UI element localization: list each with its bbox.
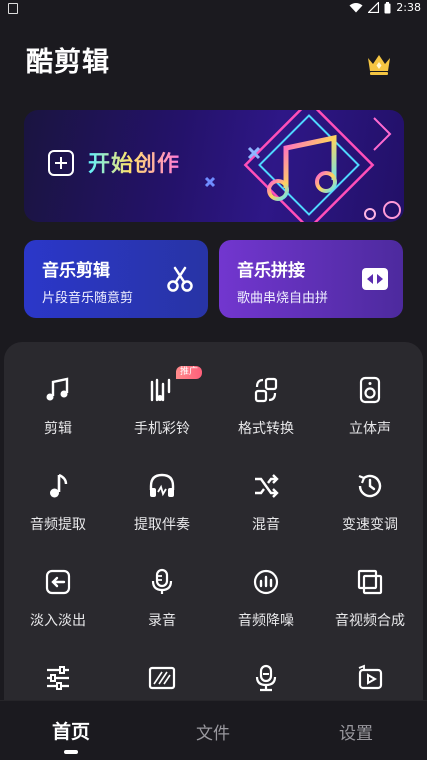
tool-item[interactable]: 立体声 — [318, 352, 422, 442]
tool-item[interactable]: 变速变调 — [318, 448, 422, 538]
tool-item[interactable]: 淡入淡出 — [6, 544, 110, 634]
bottom-tab-bar: 首页 文件 设置 — [0, 700, 427, 760]
clock: 2:38 — [396, 1, 421, 14]
tool-label: 剪辑 — [44, 421, 72, 437]
tool-label: 淡入淡出 — [30, 613, 86, 629]
tool-label: 格式转换 — [238, 421, 294, 437]
merge-icon — [362, 268, 388, 290]
ringtone-icon — [150, 378, 171, 402]
tool-label: 提取伴奏 — [134, 517, 190, 533]
equalizer-icon — [47, 666, 69, 690]
tool-item[interactable]: 提取伴奏 — [110, 448, 214, 538]
neon-music-decoration — [204, 110, 401, 222]
tool-label: 录音 — [148, 613, 176, 629]
microphone-icon — [151, 568, 173, 594]
wifi-icon — [349, 3, 363, 13]
music-clip-title: 音乐剪辑 — [42, 261, 110, 281]
music-merge-subtitle: 歌曲串烧自由拼 — [237, 291, 329, 306]
shuffle-icon — [255, 474, 279, 498]
tool-item[interactable]: 混音 — [214, 448, 318, 538]
promo-badge: 推广 — [176, 366, 203, 379]
app-title: 酷剪辑 — [26, 47, 110, 78]
app-header: 酷剪辑 — [26, 44, 401, 84]
tools-panel: 剪辑 手机彩铃 推广格式转换 立体声音频提取 提取伴奏 混音 变速变调淡入淡出 录音 音频降噪 音… — [4, 342, 423, 712]
start-creating-label: 开始创作 — [88, 146, 180, 178]
battery-icon — [384, 1, 391, 13]
speaker-icon — [359, 376, 381, 404]
tool-item[interactable]: 音频降噪 — [214, 544, 318, 634]
music-merge-title: 音乐拼接 — [237, 261, 305, 281]
tab-files[interactable]: 文件 — [173, 719, 253, 744]
headphones-icon — [149, 473, 175, 497]
fade-icon — [45, 569, 71, 595]
tool-label: 变速变调 — [342, 517, 398, 533]
tool-label: 混音 — [252, 517, 280, 533]
signal-icon — [368, 2, 380, 13]
crown-icon[interactable] — [365, 50, 393, 76]
music-merge-card[interactable]: 音乐拼接 歌曲串烧自由拼 — [219, 240, 403, 318]
tool-label: 立体声 — [349, 421, 391, 437]
tab-settings[interactable]: 设置 — [316, 719, 396, 744]
voice-change-icon — [255, 664, 277, 692]
film-icon — [148, 666, 176, 690]
music-clip-card[interactable]: 音乐剪辑 片段音乐随意剪 — [24, 240, 208, 318]
tool-label: 音频降噪 — [238, 613, 294, 629]
active-tab-indicator — [64, 750, 78, 754]
tab-home[interactable]: 首页 — [31, 717, 111, 744]
tool-item[interactable]: 格式转换 — [214, 352, 318, 442]
tool-label: 音视频合成 — [335, 613, 405, 629]
scissors-icon — [167, 266, 193, 292]
speed-icon — [358, 474, 382, 498]
tool-label: 手机彩铃 — [134, 421, 190, 437]
music-note-icon — [46, 377, 69, 401]
music-clip-subtitle: 片段音乐随意剪 — [42, 291, 134, 306]
tool-item[interactable]: 手机彩铃 推广 — [110, 352, 214, 442]
notification-icon — [8, 3, 18, 14]
tool-item[interactable]: 音视频合成 — [318, 544, 422, 634]
plus-square-icon — [48, 150, 74, 176]
start-creating-banner[interactable]: 开始创作 — [24, 110, 404, 222]
video-loop-icon — [358, 664, 383, 690]
av-merge-icon — [357, 569, 383, 595]
tool-label: 音频提取 — [30, 517, 86, 533]
denoise-icon — [253, 569, 279, 595]
tool-item[interactable]: 录音 — [110, 544, 214, 634]
tool-item[interactable]: 音频提取 — [6, 448, 110, 538]
tool-item[interactable]: 剪辑 — [6, 352, 110, 442]
convert-icon — [254, 377, 278, 403]
status-bar: 2:38 — [0, 0, 427, 18]
eighth-note-icon — [50, 473, 68, 498]
